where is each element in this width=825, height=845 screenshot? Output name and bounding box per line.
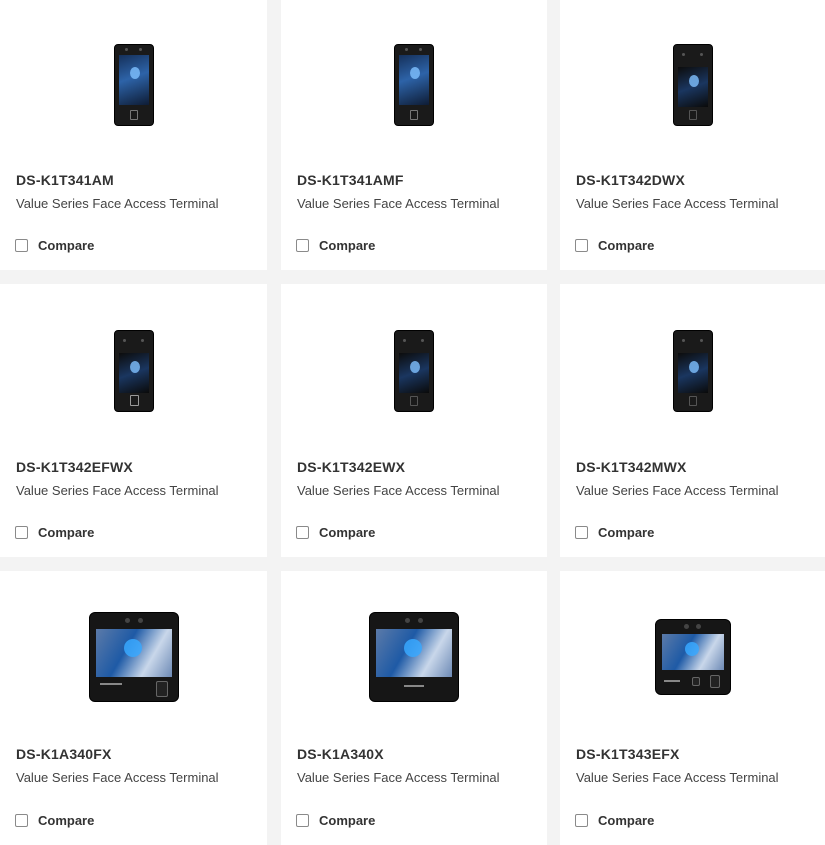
compare-toggle[interactable]: Compare xyxy=(296,525,375,540)
product-model[interactable]: DS-K1T341AM xyxy=(16,172,114,188)
product-card[interactable]: DS-K1T341AM Value Series Face Access Ter… xyxy=(0,0,267,270)
product-subtitle: Value Series Face Access Terminal xyxy=(297,483,500,498)
compare-label: Compare xyxy=(319,525,376,540)
product-image[interactable] xyxy=(0,284,267,458)
product-image[interactable] xyxy=(281,284,547,458)
product-subtitle: Value Series Face Access Terminal xyxy=(576,483,779,498)
face-terminal-image xyxy=(394,44,434,126)
face-terminal-image xyxy=(369,612,459,702)
product-image[interactable] xyxy=(0,571,267,743)
compare-checkbox[interactable] xyxy=(296,814,309,827)
face-terminal-image xyxy=(654,619,731,695)
face-terminal-image xyxy=(113,44,154,126)
face-terminal-image xyxy=(88,612,179,702)
compare-toggle[interactable]: Compare xyxy=(575,525,654,540)
product-image[interactable] xyxy=(0,0,267,170)
compare-checkbox[interactable] xyxy=(575,814,588,827)
product-card[interactable]: DS-K1T341AMF Value Series Face Access Te… xyxy=(281,0,547,270)
compare-label: Compare xyxy=(598,813,655,828)
face-terminal-image xyxy=(672,44,713,126)
compare-label: Compare xyxy=(38,813,95,828)
product-model[interactable]: DS-K1T342EWX xyxy=(297,459,405,475)
product-subtitle: Value Series Face Access Terminal xyxy=(16,483,219,498)
compare-label: Compare xyxy=(319,813,376,828)
compare-checkbox[interactable] xyxy=(575,239,588,252)
product-model[interactable]: DS-K1T342MWX xyxy=(576,459,687,475)
face-terminal-image xyxy=(394,330,434,412)
product-subtitle: Value Series Face Access Terminal xyxy=(16,770,219,785)
compare-toggle[interactable]: Compare xyxy=(575,813,654,828)
product-model[interactable]: DS-K1T343EFX xyxy=(576,746,680,762)
compare-label: Compare xyxy=(319,238,376,253)
face-terminal-image xyxy=(672,330,713,412)
compare-checkbox[interactable] xyxy=(296,239,309,252)
product-card[interactable]: DS-K1A340FX Value Series Face Access Ter… xyxy=(0,571,267,845)
product-subtitle: Value Series Face Access Terminal xyxy=(576,770,779,785)
compare-checkbox[interactable] xyxy=(15,526,28,539)
product-model[interactable]: DS-K1T341AMF xyxy=(297,172,404,188)
product-card[interactable]: DS-K1T342EFWX Value Series Face Access T… xyxy=(0,284,267,557)
compare-toggle[interactable]: Compare xyxy=(575,238,654,253)
compare-label: Compare xyxy=(598,525,655,540)
product-image[interactable] xyxy=(281,571,547,743)
compare-label: Compare xyxy=(38,238,95,253)
product-card[interactable]: DS-K1A340X Value Series Face Access Term… xyxy=(281,571,547,845)
compare-toggle[interactable]: Compare xyxy=(296,238,375,253)
product-image[interactable] xyxy=(281,0,547,170)
product-card[interactable]: DS-K1T343EFX Value Series Face Access Te… xyxy=(560,571,825,845)
compare-checkbox[interactable] xyxy=(15,239,28,252)
product-card[interactable]: DS-K1T342MWX Value Series Face Access Te… xyxy=(560,284,825,557)
product-subtitle: Value Series Face Access Terminal xyxy=(16,196,219,211)
compare-toggle[interactable]: Compare xyxy=(15,813,94,828)
product-grid: DS-K1T341AM Value Series Face Access Ter… xyxy=(0,0,825,845)
product-subtitle: Value Series Face Access Terminal xyxy=(576,196,779,211)
face-terminal-image xyxy=(113,330,154,412)
compare-toggle[interactable]: Compare xyxy=(15,238,94,253)
product-model[interactable]: DS-K1T342DWX xyxy=(576,172,685,188)
product-model[interactable]: DS-K1A340X xyxy=(297,746,384,762)
product-model[interactable]: DS-K1T342EFWX xyxy=(16,459,133,475)
compare-checkbox[interactable] xyxy=(296,526,309,539)
product-card[interactable]: DS-K1T342DWX Value Series Face Access Te… xyxy=(560,0,825,270)
product-image[interactable] xyxy=(560,571,825,743)
compare-label: Compare xyxy=(38,525,95,540)
product-image[interactable] xyxy=(560,0,825,170)
product-card[interactable]: DS-K1T342EWX Value Series Face Access Te… xyxy=(281,284,547,557)
compare-label: Compare xyxy=(598,238,655,253)
compare-checkbox[interactable] xyxy=(15,814,28,827)
product-subtitle: Value Series Face Access Terminal xyxy=(297,770,500,785)
compare-toggle[interactable]: Compare xyxy=(15,525,94,540)
compare-toggle[interactable]: Compare xyxy=(296,813,375,828)
compare-checkbox[interactable] xyxy=(575,526,588,539)
product-subtitle: Value Series Face Access Terminal xyxy=(297,196,500,211)
product-image[interactable] xyxy=(560,284,825,458)
product-model[interactable]: DS-K1A340FX xyxy=(16,746,112,762)
